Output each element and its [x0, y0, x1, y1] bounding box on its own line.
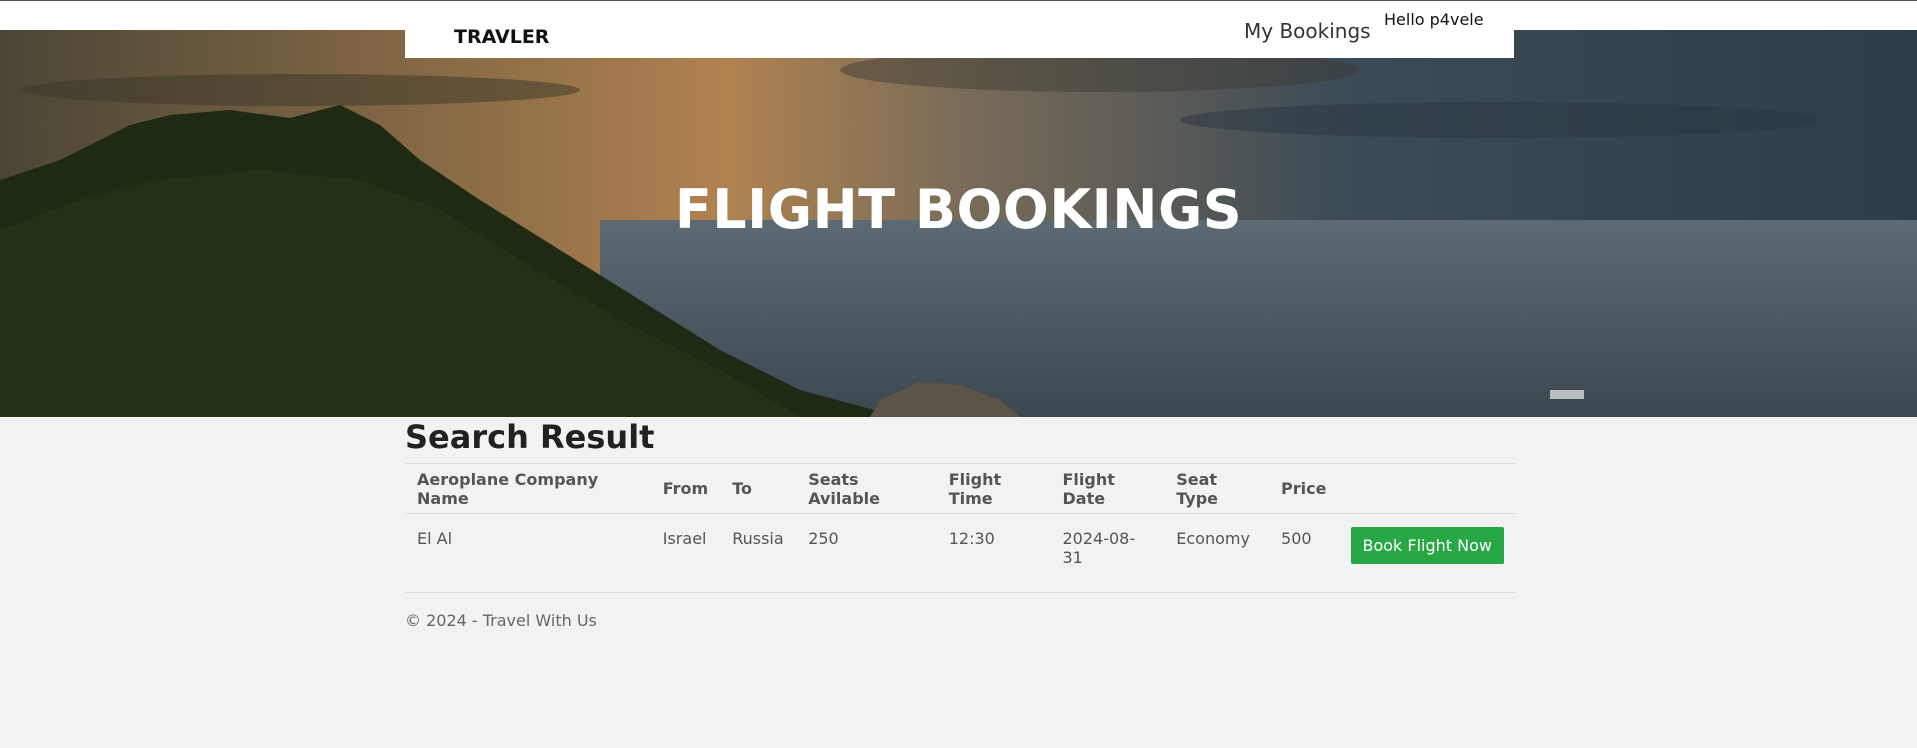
- footer-text: © 2024 - Travel With Us: [405, 611, 597, 630]
- cell-action: Book Flight Now: [1339, 514, 1517, 568]
- column-header-action: [1338, 463, 1516, 514]
- results-table: Aeroplane Company Name From To Seats Avi…: [405, 463, 1516, 567]
- cell-price: 500: [1281, 529, 1312, 548]
- column-header: Aeroplane Company Name: [405, 463, 651, 514]
- section-title: Search Result: [405, 418, 655, 456]
- hero-title: FLIGHT BOOKINGS: [674, 178, 1243, 241]
- footer-divider: [405, 592, 1516, 593]
- cell-date: 2024-08-31: [1062, 529, 1136, 567]
- hero-banner: FLIGHT BOOKINGS: [0, 30, 1917, 417]
- user-greeting: Hello p4vele: [1384, 10, 1484, 29]
- table-row: El Al Israel Russia 250 12:30 2024-08-31…: [405, 514, 1517, 568]
- column-header: To: [720, 463, 797, 514]
- navbar: TRAVLER My Bookings Hello p4vele: [405, 1, 1514, 58]
- my-bookings-link[interactable]: My Bookings: [1244, 19, 1371, 43]
- cell-to: Russia: [732, 529, 784, 548]
- table-header-row: Aeroplane Company Name From To Seats Avi…: [405, 463, 1516, 514]
- cell-time: 12:30: [948, 529, 995, 548]
- column-header: Flight Time: [936, 463, 1051, 514]
- column-header: Seat Type: [1164, 463, 1270, 514]
- column-header: Flight Date: [1050, 463, 1165, 514]
- column-header: From: [650, 463, 721, 514]
- brand-logo[interactable]: TRAVLER: [454, 26, 549, 48]
- cell-seats: 250: [808, 529, 839, 548]
- book-flight-button[interactable]: Book Flight Now: [1350, 527, 1504, 564]
- cell-from: Israel: [662, 529, 707, 548]
- cell-seat-type: Economy: [1176, 529, 1250, 548]
- column-header: Seats Avilable: [796, 463, 937, 514]
- column-header: Price: [1269, 463, 1339, 514]
- search-results-section: Search Result Aeroplane Company Name Fro…: [405, 417, 1516, 567]
- cell-company: El Al: [417, 529, 453, 548]
